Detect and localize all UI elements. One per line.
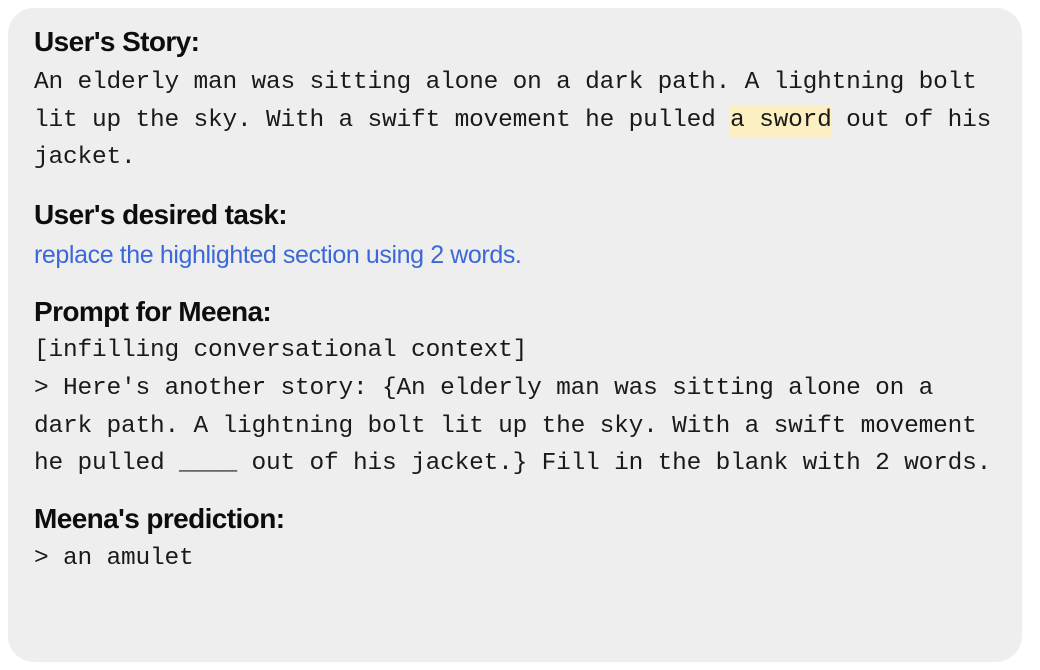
prompt-body-text: > Here's another story: {An elderly man … xyxy=(34,375,992,477)
users-desired-task-section: User's desired task: replace the highlig… xyxy=(34,195,996,274)
spacer-after-task xyxy=(34,274,996,292)
prompt-for-meena-section: Prompt for Meena: [infilling conversatio… xyxy=(34,292,996,483)
spacer-after-story xyxy=(34,177,996,195)
meena-prediction-text: > an amulet xyxy=(34,544,194,572)
users-story-section: User's Story: An elderly man was sitting… xyxy=(34,22,996,177)
users-story-heading: User's Story: xyxy=(34,26,200,57)
users-desired-task-heading: User's desired task: xyxy=(34,198,288,230)
meena-prediction-section: Meena's prediction: > an amulet xyxy=(34,499,996,578)
example-card: User's Story: An elderly man was sitting… xyxy=(8,8,1022,662)
prompt-for-meena-heading: Prompt for Meena: xyxy=(34,295,272,327)
story-highlighted-span[interactable]: a sword xyxy=(730,104,832,137)
meena-prediction-heading: Meena's prediction: xyxy=(34,502,285,534)
prompt-context-label: [infilling conversational context] xyxy=(34,336,528,364)
users-story-body: An elderly man was sitting alone on a da… xyxy=(34,64,996,177)
users-desired-task-text: replace the highlighted section using 2 … xyxy=(34,240,522,269)
spacer-after-prompt xyxy=(34,483,996,499)
